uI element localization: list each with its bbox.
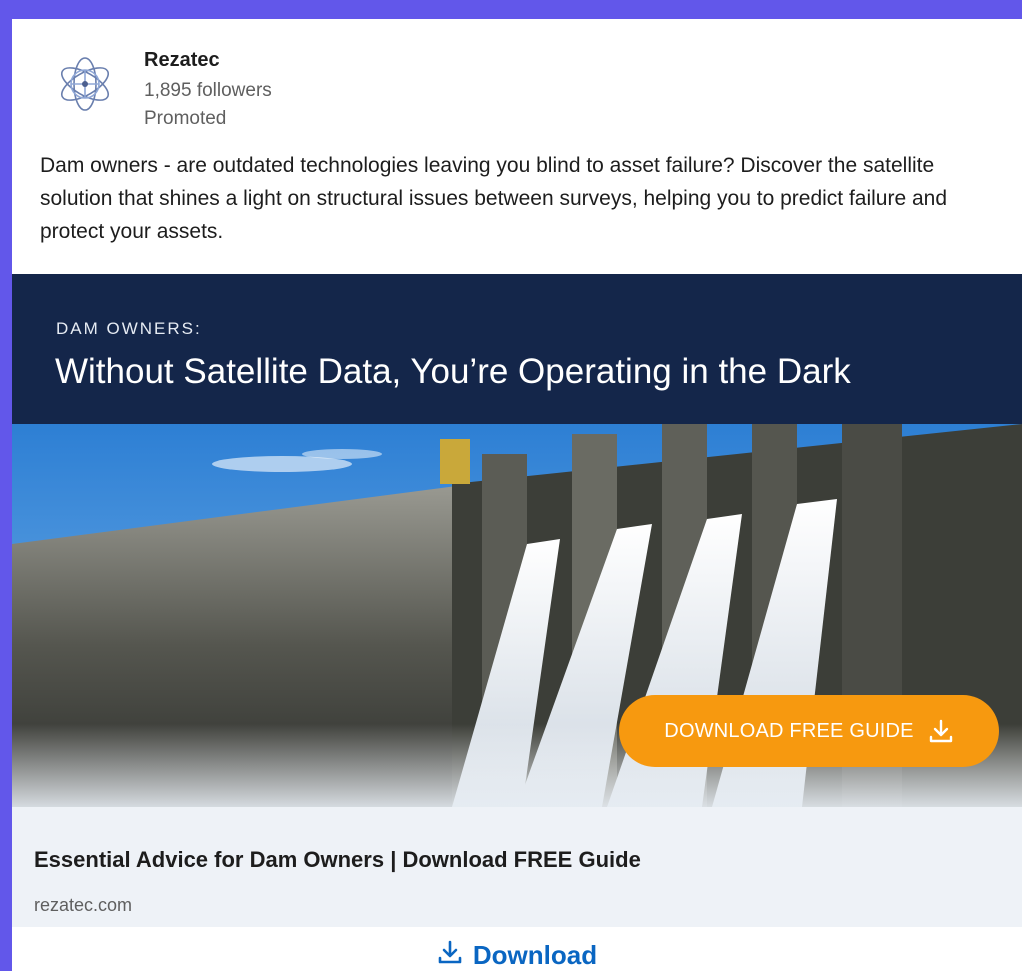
creative-headline: Without Satellite Data, You’re Operating… — [55, 352, 851, 391]
post-body-text: Dam owners - are outdated technologies l… — [40, 154, 948, 243]
cta-label: DOWNLOAD FREE GUIDE — [664, 719, 914, 742]
download-free-guide-button[interactable]: DOWNLOAD FREE GUIDE — [619, 695, 999, 767]
promoted-label: Promoted — [144, 108, 227, 129]
link-preview[interactable]: Essential Advice for Dam Owners | Downlo… — [12, 807, 1022, 927]
creative-eyebrow: DAM OWNERS: — [56, 319, 202, 338]
sponsored-post-card: Rezatec 1,895 followers Promoted Dam own… — [12, 19, 1022, 971]
post-header: Rezatec 1,895 followers Promoted — [12, 19, 1022, 139]
link-domain: rezatec.com — [34, 895, 133, 915]
download-button[interactable]: Download — [12, 939, 1022, 971]
download-icon — [928, 718, 954, 744]
rezatec-logo-icon[interactable] — [50, 49, 120, 119]
link-title[interactable]: Essential Advice for Dam Owners | Downlo… — [34, 847, 641, 873]
follower-count: 1,895 followers — [144, 80, 272, 101]
download-icon — [437, 939, 463, 971]
company-name[interactable]: Rezatec — [144, 49, 220, 72]
creative-headline-banner[interactable]: DAM OWNERS: Without Satellite Data, You’… — [12, 274, 1022, 424]
download-label: Download — [472, 939, 598, 970]
